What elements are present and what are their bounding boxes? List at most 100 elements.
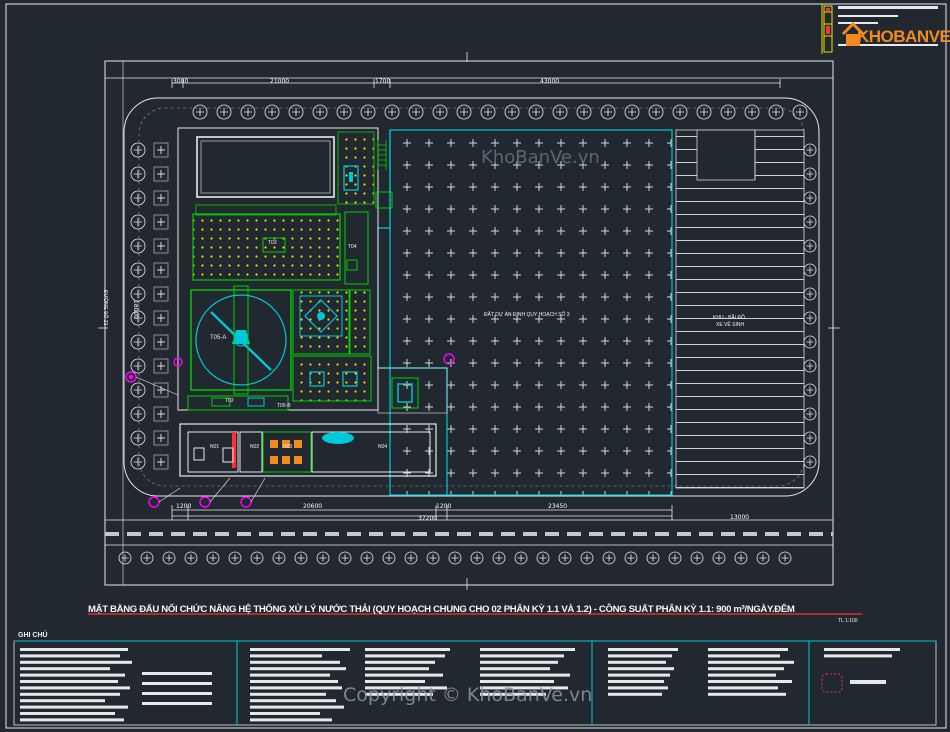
note-line [250,712,320,715]
dim-left: 18000 [132,300,139,320]
unit-t05a: T05-A [210,335,227,341]
road-label: ĐƯỜNG SỐ 23 [102,290,108,326]
note-line [480,660,558,664]
note-line [250,705,344,709]
tree-row-bottom [118,551,792,565]
note-line [20,680,118,683]
note-line [480,648,575,651]
note-line [708,673,776,677]
note-line [365,654,445,658]
dim-bottom-total: 37200 [418,515,438,522]
note-line [365,667,429,671]
note-line [365,680,425,683]
notes-heading: GHI CHÚ [18,632,48,639]
aeration-zone [192,213,341,281]
tank-t05-top [196,136,335,198]
watermark-bottom: Copyright © KhoBanVe.vn [343,684,593,706]
note-line [20,686,130,690]
note-line [20,712,115,715]
note-line [608,680,664,683]
note-line [250,660,340,664]
dim-bottom-2: 20600 [303,503,323,510]
left-parking-plus [153,142,169,470]
note-line [20,667,110,671]
dim-top-4: 43000 [540,78,560,85]
unit-t03: T03 [268,240,277,246]
parking-label-line1: KHU - BÃI ĐỖ [713,315,745,321]
note-line [608,667,674,671]
note-line [20,654,120,658]
note-line [480,654,564,658]
unit-t02: T02 [225,398,234,404]
note-line [250,648,350,651]
unit-n01: N01 [210,444,220,450]
note-line [824,654,892,658]
watermark-top: KhoBanVe.vn [481,147,600,168]
note-line [608,673,670,677]
note-line [250,673,330,677]
note-line [480,667,550,671]
note-line [250,686,342,690]
note-line [480,680,554,683]
top-dimension-line [171,79,781,88]
unit-t05b: T05-B [277,403,291,409]
note-line [20,718,124,722]
note-line [20,705,128,709]
note-line [20,648,128,651]
dim-bottom-1: 1200 [176,503,192,510]
note-line [142,682,212,685]
note-line [708,654,780,658]
note-line [250,699,336,703]
note-line [608,660,666,664]
cad-drawing-canvas [5,3,947,729]
unit-n03: N03 [283,444,293,450]
note-line [365,648,450,651]
logo-text: KHOBANVE [857,27,950,46]
note-line [250,718,332,722]
note-line [20,660,132,664]
note-line [708,680,792,683]
note-line [608,686,668,690]
unit-t04: T04 [348,244,357,250]
note-line [250,667,346,671]
dim-top-2: 21000 [270,78,290,85]
logo: KHOBANVE [840,20,950,50]
dim-bottom-4: 23450 [548,503,568,510]
tree-row-right [803,143,817,469]
note-line [250,654,322,658]
unit-n04: N04 [378,444,388,450]
dim-bottom-3: 1200 [436,503,452,510]
note-line [708,686,778,690]
parking-label-line2: XE VỆ SINH [716,322,745,328]
note-line [708,667,784,671]
note-line [608,654,672,658]
dim-top-3: 1700 [375,78,391,85]
dim-top-1: 3000 [173,78,189,85]
dim-bottom-5: 13000 [730,514,750,521]
tree-row-top [192,104,808,120]
note-line [20,692,120,696]
drawing-scale: TL 1:100 [838,618,858,624]
note-line [142,702,212,705]
note-line [608,692,662,696]
note-line [708,648,788,651]
truck-parking-zone [675,129,805,489]
note-line [708,660,794,664]
note-line [250,680,338,683]
treatment-facility [177,127,393,411]
note-line [142,692,212,695]
note-line [250,692,326,696]
note-line [365,673,443,677]
note-line [480,673,570,677]
note-line [708,692,786,696]
note-line [142,672,212,675]
drawing-title: MẶT BẰNG ĐẤU NỐI CHỨC NĂNG HỆ THỐNG XỬ L… [88,604,795,615]
note-line [824,648,900,651]
note-line [20,673,125,677]
note-line [608,648,678,651]
bottom-road [105,519,833,546]
plot-label: ĐẤT DỰ ÁN ĐỊNH QUY HOẠCH SỐ 3 [484,312,570,318]
unit-n02: N02 [250,444,260,450]
note-line [365,660,435,664]
legend-boundary-symbol [821,673,843,693]
